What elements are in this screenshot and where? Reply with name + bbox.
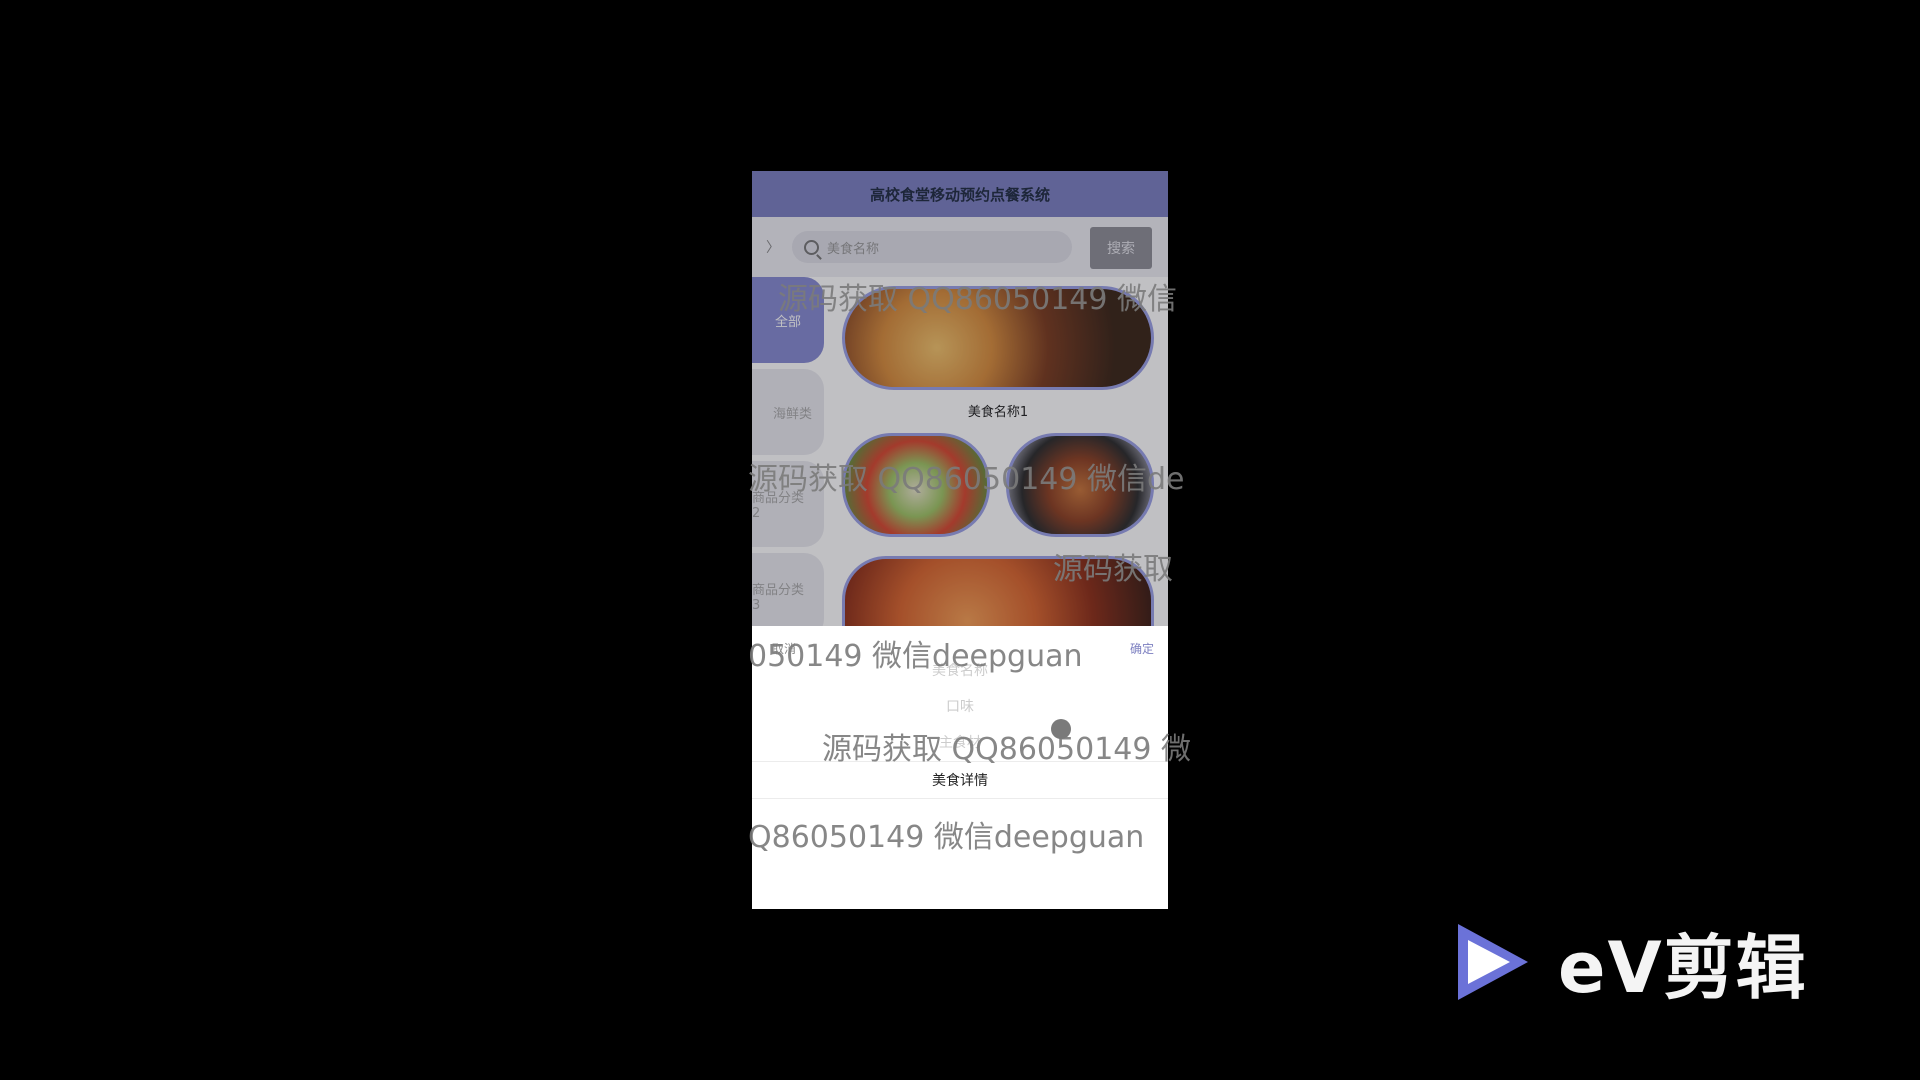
watermark-text: 源码获取 QQ86050149 微 xyxy=(822,732,1191,767)
watermark-text: 源码获取 QQ86050149 微信 xyxy=(778,282,1177,317)
editor-logo: eV剪辑 xyxy=(1450,908,1830,1009)
watermark-text: 源码获取 xyxy=(1053,552,1173,587)
play-icon xyxy=(1458,924,1528,1000)
logo-text: eV剪辑 xyxy=(1558,927,1808,1009)
watermark-text: Q86050149 微信deepguan xyxy=(748,820,1145,855)
watermark-text: 050149 微信deepguan xyxy=(748,639,1083,674)
picker-option[interactable]: 口味 xyxy=(752,688,1168,724)
watermark-text: 源码获取 QQ86050149 微信de xyxy=(748,462,1185,497)
